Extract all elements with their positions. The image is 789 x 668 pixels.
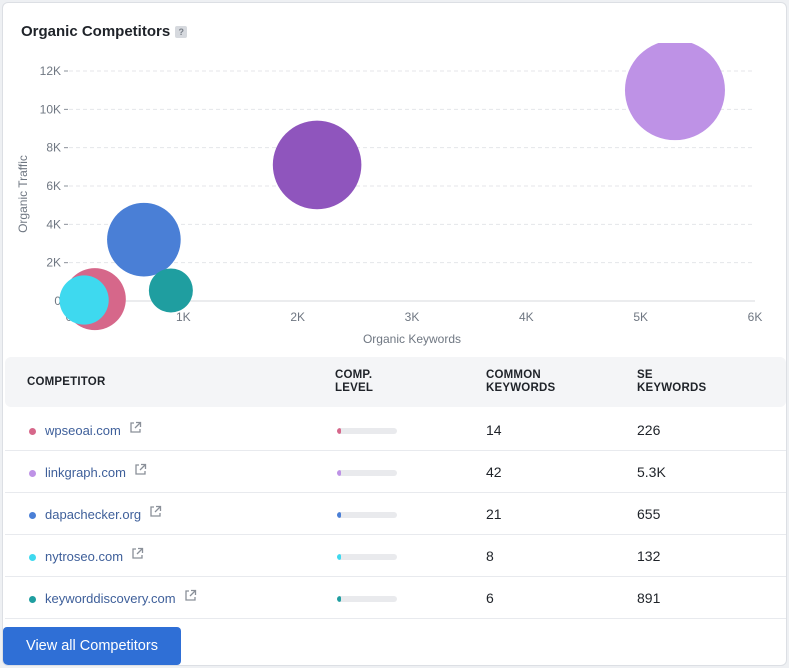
comp-level-bar-fill xyxy=(337,554,341,560)
competitor-domain-link[interactable]: linkgraph.com xyxy=(45,465,126,480)
y-tick-label: 4K xyxy=(46,217,61,231)
external-link-icon[interactable] xyxy=(131,547,144,560)
x-tick-label: 3K xyxy=(405,310,420,324)
comp-level-bar-fill xyxy=(337,596,341,602)
help-icon[interactable]: ? xyxy=(175,25,188,38)
x-tick-label: 4K xyxy=(519,310,534,324)
external-link-icon[interactable] xyxy=(129,421,142,434)
external-link-icon[interactable] xyxy=(134,463,147,476)
comp-level-bar xyxy=(337,596,397,602)
competitor-domain-link[interactable]: wpseoai.com xyxy=(45,423,121,438)
x-axis-label: Organic Keywords xyxy=(363,332,461,346)
table-row: wpseoai.com 14 226 xyxy=(5,409,786,451)
competitor-domain-link[interactable]: dapachecker.org xyxy=(45,507,141,522)
y-axis-label: Organic Traffic xyxy=(16,155,30,233)
common-keywords-value: 21 xyxy=(486,506,502,522)
bubble-point xyxy=(148,268,193,313)
table-row: keyworddiscovery.com 6 891 xyxy=(5,577,786,619)
header-common-keywords[interactable]: COMMON KEYWORDS xyxy=(486,369,555,395)
header-comp-level[interactable]: COMP. LEVEL xyxy=(335,369,373,395)
comp-level-bar xyxy=(337,428,397,434)
x-tick-label: 1K xyxy=(176,310,191,324)
y-tick-label: 10K xyxy=(40,102,61,116)
common-keywords-value: 6 xyxy=(486,590,494,606)
comp-level-bar-fill xyxy=(337,470,342,476)
comp-level-bar xyxy=(337,470,397,476)
view-all-competitors-button[interactable]: View all Competitors xyxy=(3,627,181,665)
bubble-point xyxy=(59,275,109,325)
common-keywords-value: 8 xyxy=(486,548,494,564)
external-link-icon[interactable] xyxy=(184,589,197,602)
competitor-domain-link[interactable]: nytroseo.com xyxy=(45,549,123,564)
x-tick-label: 5K xyxy=(633,310,648,324)
organic-competitors-card: Organic Competitors ? 02K4K6K8K10K12K01K… xyxy=(2,2,787,666)
y-tick-label: 2K xyxy=(46,256,61,270)
competitor-color-dot xyxy=(29,554,36,561)
se-keywords-value: 655 xyxy=(637,506,661,522)
se-keywords-value: 226 xyxy=(637,422,661,438)
competitor-color-dot xyxy=(29,428,36,435)
table-row: dapachecker.org 21 655 xyxy=(5,493,786,535)
se-keywords-value: 891 xyxy=(637,590,661,606)
y-tick-label: 8K xyxy=(46,141,61,155)
common-keywords-value: 14 xyxy=(486,422,502,438)
competitor-color-dot xyxy=(29,512,36,519)
competitor-color-dot xyxy=(29,470,36,477)
bubble-point xyxy=(624,43,725,141)
header-se-keywords[interactable]: SE KEYWORDS xyxy=(637,369,706,395)
external-link-icon[interactable] xyxy=(149,505,162,518)
comp-level-bar xyxy=(337,554,397,560)
bubble-point xyxy=(107,202,181,277)
competitor-domain-link[interactable]: keyworddiscovery.com xyxy=(45,591,176,606)
table-row: nytroseo.com 8 132 xyxy=(5,535,786,577)
bubble-point xyxy=(272,120,362,210)
competitors-bubble-chart: 02K4K6K8K10K12K01K2K3K4K5K6KOrganic Keyw… xyxy=(16,43,763,346)
y-tick-label: 12K xyxy=(40,64,61,78)
x-tick-label: 2K xyxy=(290,310,305,324)
table-row: linkgraph.com 42 5.3K xyxy=(5,451,786,493)
card-title: Organic Competitors xyxy=(21,23,171,40)
y-tick-label: 6K xyxy=(46,179,61,193)
comp-level-bar xyxy=(337,512,397,518)
common-keywords-value: 42 xyxy=(486,464,502,480)
comp-level-bar-fill xyxy=(337,512,342,518)
card-title-wrap: Organic Competitors ? xyxy=(21,23,188,40)
header-competitor[interactable]: COMPETITOR xyxy=(27,376,105,389)
se-keywords-value: 132 xyxy=(637,548,661,564)
x-tick-label: 6K xyxy=(748,310,763,324)
competitor-color-dot xyxy=(29,596,36,603)
comp-level-bar-fill xyxy=(337,428,342,434)
table-header: COMPETITOR COMP. LEVEL COMMON KEYWORDS S… xyxy=(5,357,786,407)
se-keywords-value: 5.3K xyxy=(637,464,666,480)
